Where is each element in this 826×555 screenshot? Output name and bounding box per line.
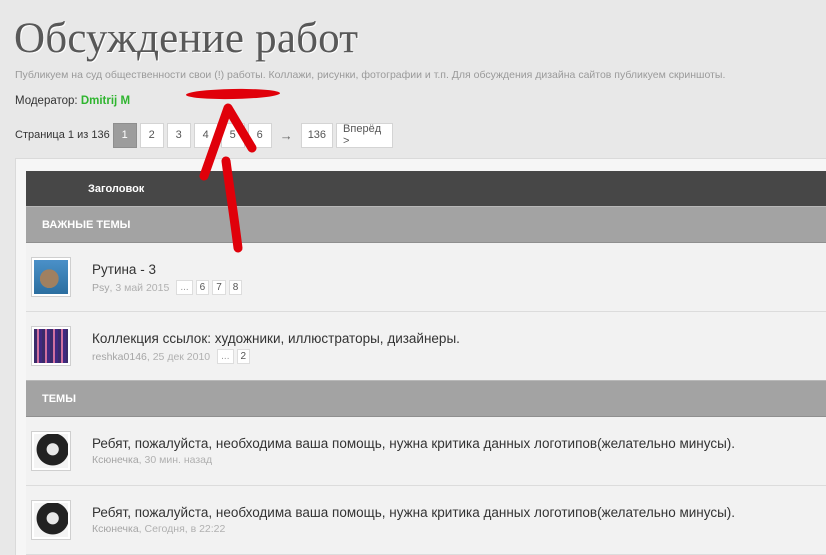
page-button-3[interactable]: 3 (166, 122, 191, 148)
topic-date: 3 май 2015 (115, 281, 170, 294)
girl-avatar-image (34, 503, 68, 537)
next-page-button[interactable]: Вперёд > (336, 122, 394, 148)
topic-page-ellipsis: ... (176, 280, 193, 295)
topic-page-link[interactable]: 8 (228, 280, 243, 295)
avatar[interactable] (31, 500, 71, 540)
avatar[interactable] (31, 326, 71, 366)
topic-author[interactable]: Ксюнечка (92, 523, 139, 535)
page-jump-arrow-icon[interactable]: → (280, 128, 293, 143)
topic-title-link[interactable]: Ребят, пожалуйста, необходима ваша помощ… (92, 505, 735, 520)
topic-author[interactable]: reshka0146 (92, 351, 147, 363)
topic-row[interactable]: Коллекция ссылок: художники, иллюстратор… (26, 312, 826, 381)
column-header-title[interactable]: Заголовок (88, 183, 144, 195)
topic-author[interactable]: Ксюнечка (92, 454, 139, 466)
section-label: ТЕМЫ (42, 392, 76, 405)
page-button-last[interactable]: 136 (300, 122, 334, 148)
topic-meta: reshka0146, 25 дек 2010 ... 2 (92, 349, 251, 364)
section-header-important: ВАЖНЫЕ ТЕМЫ (26, 206, 826, 243)
topic-title-link[interactable]: Коллекция ссылок: художники, иллюстратор… (92, 331, 460, 346)
section-header-topics: ТЕМЫ (26, 380, 826, 417)
topic-row[interactable]: Рутина - 3 Psy, 3 май 2015 ... 6 7 8 (26, 243, 826, 312)
page-count-label: Страница 1 из 136 (15, 129, 110, 141)
cat-avatar-image (34, 260, 68, 294)
topic-row[interactable]: Ребят, пожалуйста, необходима ваша помощ… (26, 417, 826, 486)
forum-description: Публикуем на суд общественности свои (!)… (15, 69, 726, 81)
topic-page-link[interactable]: 7 (212, 280, 226, 295)
moderator-link[interactable]: Dmitrij M (81, 95, 130, 107)
arrow-shaft (221, 156, 243, 253)
table-header: Заголовок (26, 171, 826, 207)
topic-title-link[interactable]: Рутина - 3 (92, 262, 156, 277)
topic-date: Сегодня, в 22:22 (144, 523, 226, 535)
page-button-2[interactable]: 2 (139, 122, 164, 148)
moderator-label: Модератор: (15, 95, 78, 107)
page-button-1[interactable]: 1 (112, 122, 137, 148)
topic-date: 25 дек 2010 (152, 350, 211, 363)
topic-page-link[interactable]: 2 (236, 349, 251, 364)
topic-page-ellipsis: ... (217, 349, 234, 364)
avatar[interactable] (31, 257, 71, 297)
topic-author[interactable]: Psy (92, 282, 110, 294)
page-title: Обсуждение работ (14, 15, 359, 62)
topic-date: 30 мин. назад (144, 454, 213, 466)
avatar[interactable] (31, 431, 71, 471)
topic-meta: Psy, 3 май 2015 ... 6 7 8 (92, 280, 243, 295)
topic-row[interactable]: Ребят, пожалуйста, необходима ваша помощ… (26, 486, 826, 555)
topic-title-link[interactable]: Ребят, пожалуйста, необходима ваша помощ… (92, 436, 735, 451)
section-label: ВАЖНЫЕ ТЕМЫ (42, 218, 131, 231)
girl-avatar-image (34, 434, 68, 468)
topic-meta: Ксюнечка, 30 мин. назад (92, 454, 213, 466)
topic-meta: Ксюнечка, Сегодня, в 22:22 (92, 523, 226, 535)
church-avatar-image (34, 329, 68, 363)
topic-page-link[interactable]: 6 (195, 280, 210, 295)
annotation-arrow-icon (199, 103, 257, 253)
moderator-info: Модератор: Dmitrij M (15, 95, 130, 107)
